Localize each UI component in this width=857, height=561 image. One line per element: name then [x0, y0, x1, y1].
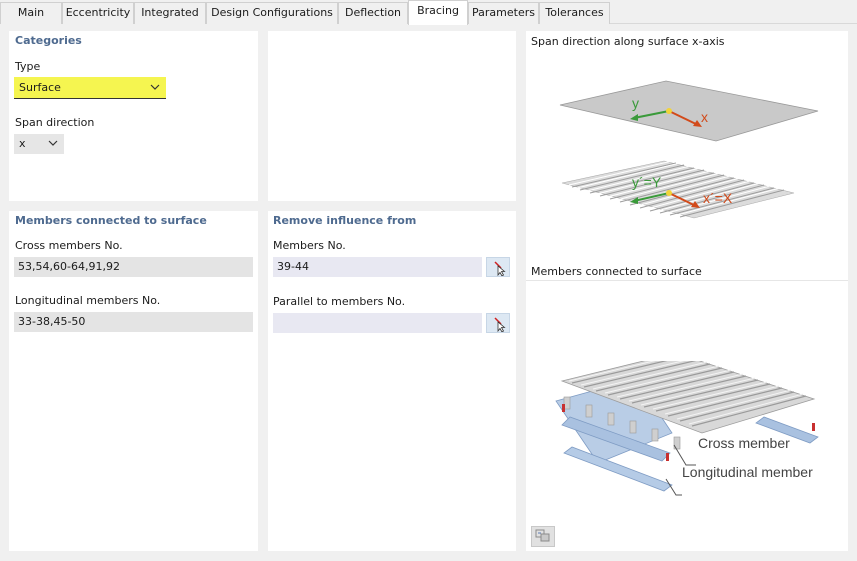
longitudinal-member-label: Longitudinal member [682, 464, 813, 480]
parallel-members-field[interactable] [273, 313, 482, 333]
pick-parallel-members-button[interactable] [486, 313, 510, 333]
tab-design-configurations[interactable]: Design Configurations [206, 2, 338, 24]
surface-plate [559, 80, 819, 142]
span-direction-diagram [559, 80, 819, 219]
type-select-value: Surface [19, 81, 61, 94]
cross-member-label: Cross member [698, 435, 790, 451]
pick-cursor-icon [494, 261, 506, 276]
pick-members-button[interactable] [486, 257, 510, 277]
y-global-axis-label: y´=Y [632, 174, 662, 190]
remove-influence-panel: Remove influence from Members No. 39-44 … [268, 211, 516, 551]
members-image-title: Members connected to surface [531, 265, 702, 278]
tab-integrated[interactable]: Integrated [134, 2, 206, 24]
cross-members-field[interactable]: 53,54,60-64,91,92 [14, 257, 253, 277]
tab-main[interactable]: Main [0, 2, 62, 24]
categories-title: Categories [15, 34, 82, 47]
x-axis-label: x [701, 109, 708, 125]
parallel-members-label: Parallel to members No. [273, 295, 406, 308]
chevron-down-icon [150, 84, 160, 90]
members-connected-diagram [555, 361, 819, 496]
members-no-field[interactable]: 39-44 [273, 257, 482, 277]
longitudinal-members-field[interactable]: 33-38,45-50 [14, 312, 253, 332]
type-label: Type [15, 60, 41, 73]
empty-panel [268, 31, 516, 201]
categories-panel: Categories Type Surface Span direction x [9, 31, 258, 201]
span-direction-label: Span direction [15, 116, 95, 129]
divider [526, 280, 848, 281]
members-connected-title: Members connected to surface [15, 214, 207, 227]
members-no-label: Members No. [273, 239, 346, 252]
image-options-button[interactable] [531, 526, 555, 547]
tab-deflection[interactable]: Deflection [338, 2, 408, 24]
members-connected-panel: Members connected to surface Cross membe… [9, 211, 258, 551]
y-axis-label: y [632, 95, 639, 111]
image-settings-icon [535, 529, 550, 542]
ribbed-deck [561, 160, 795, 219]
cross-members-label: Cross members No. [15, 239, 123, 252]
tab-eccentricity[interactable]: Eccentricity [62, 2, 134, 24]
tab-parameters[interactable]: Parameters [468, 2, 539, 24]
tab-tolerances[interactable]: Tolerances [539, 2, 610, 24]
pick-cursor-icon [494, 317, 506, 332]
span-direction-select[interactable]: x [14, 134, 64, 154]
tab-strip: Main Eccentricity Integrated Design Conf… [0, 0, 857, 25]
image-panel: Span direction along surface x-axis y x … [526, 31, 848, 551]
type-select[interactable]: Surface [14, 77, 166, 99]
longitudinal-members-label: Longitudinal members No. [15, 294, 161, 307]
span-direction-image-title: Span direction along surface x-axis [531, 35, 725, 48]
x-global-axis-label: x´=X [703, 190, 733, 206]
tab-bracing[interactable]: Bracing [408, 0, 468, 25]
remove-influence-title: Remove influence from [273, 214, 417, 227]
chevron-down-icon [48, 140, 58, 146]
span-direction-value: x [19, 137, 26, 150]
